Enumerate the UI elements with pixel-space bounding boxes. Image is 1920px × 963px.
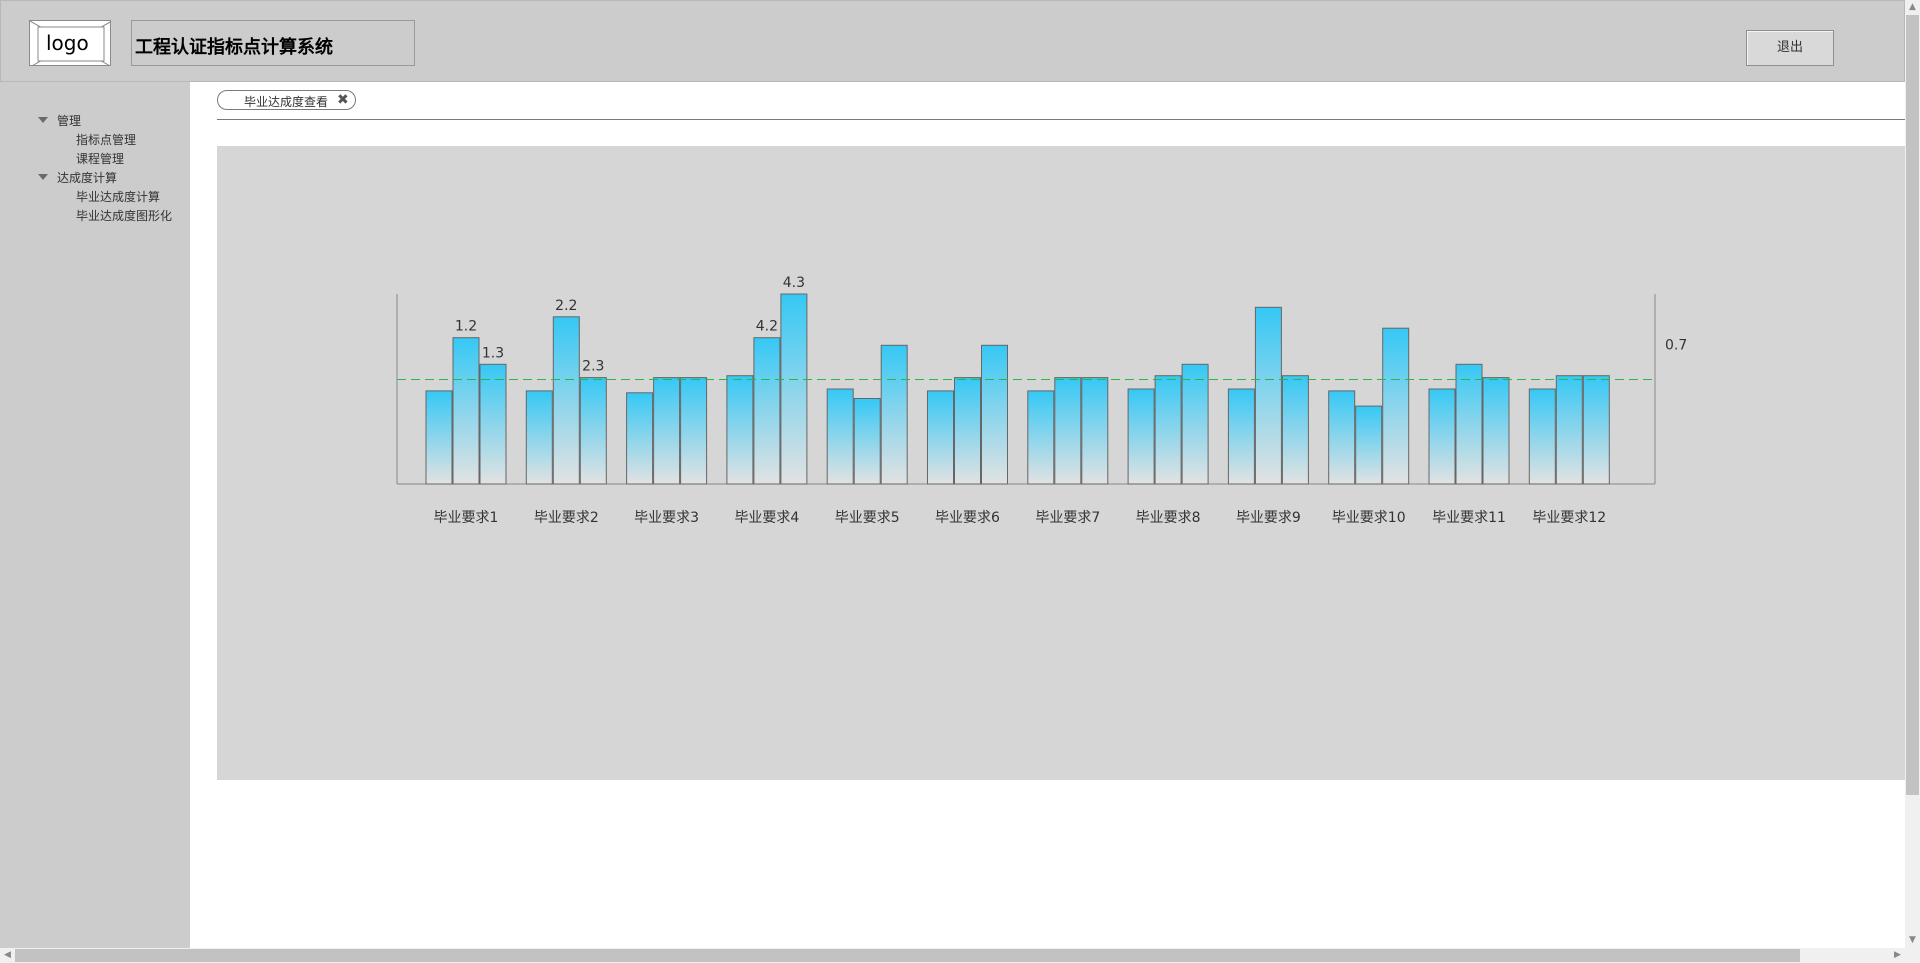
expand-arrow-icon[interactable] [38, 116, 48, 123]
app-header: logo 工程认证指标点计算系统 退出 [0, 0, 1905, 82]
bar-11-1 [1428, 388, 1456, 485]
bar-2-2 [552, 316, 580, 485]
bar-11-2 [1455, 363, 1483, 485]
horizontal-scrollbar[interactable]: ◀ ▶ [0, 948, 1905, 963]
logo: logo [29, 20, 111, 66]
scroll-up-icon[interactable]: ▲ [1905, 0, 1920, 15]
data-label-5: 4.2 [756, 319, 778, 335]
vertical-scrollbar[interactable]: ▲ ▼ [1905, 0, 1920, 948]
sidebar-item-achievement-calc[interactable]: 毕业达成度计算 [76, 188, 160, 205]
bar-12-2 [1555, 375, 1583, 485]
bar-6-3 [981, 344, 1008, 485]
x-tick-label-4: 毕业要求4 [734, 510, 799, 526]
bar-9-3 [1281, 375, 1309, 485]
close-icon[interactable]: ✖ [337, 92, 349, 108]
tab-label: 毕业达成度查看 [244, 95, 329, 109]
data-label-1: 1.2 [455, 319, 477, 335]
logout-button[interactable]: 退出 [1746, 30, 1834, 66]
tree-group-management[interactable]: 管理 [38, 112, 81, 129]
bar-3-1 [626, 392, 654, 485]
bar-2-3 [579, 377, 607, 485]
bar-5-1 [826, 388, 854, 485]
bar-3-3 [680, 377, 708, 485]
bar-8-3 [1181, 363, 1209, 485]
data-label-2: 1.3 [482, 345, 504, 361]
scroll-down-icon[interactable]: ▼ [1905, 933, 1920, 948]
bar-1-3 [479, 363, 507, 485]
sidebar-item-indicator-management[interactable]: 指标点管理 [76, 131, 136, 148]
bar-4-3 [780, 293, 808, 485]
tab-achievement-view[interactable]: 毕业达成度查看 ✖ [217, 90, 356, 110]
x-tick-label-2: 毕业要求2 [534, 510, 599, 526]
x-tick-label-7: 毕业要求7 [1035, 510, 1100, 526]
bar-10-3 [1382, 327, 1410, 485]
expand-arrow-icon[interactable] [38, 173, 48, 180]
x-tick-label-10: 毕业要求10 [1332, 510, 1406, 526]
tree-group-label: 管理 [57, 114, 82, 128]
tree-group-label: 达成度计算 [57, 171, 118, 185]
x-tick-label-1: 毕业要求1 [434, 510, 499, 526]
vertical-scroll-thumb[interactable] [1906, 15, 1919, 795]
bar-10-1 [1328, 390, 1356, 485]
scroll-left-icon[interactable]: ◀ [0, 948, 15, 963]
scrollbar-corner [1905, 948, 1920, 963]
x-tick-label-6: 毕业要求6 [935, 510, 1000, 526]
bar-7-3 [1081, 377, 1109, 485]
x-tick-label-11: 毕业要求11 [1432, 510, 1506, 526]
tree-group-achievement[interactable]: 达成度计算 [38, 169, 117, 186]
bar-12-3 [1582, 375, 1610, 485]
sidebar-item-achievement-chart[interactable]: 毕业达成度图形化 [76, 207, 172, 224]
x-tick-label-3: 毕业要求3 [634, 510, 699, 526]
bar-8-1 [1127, 388, 1155, 485]
bar-11-3 [1482, 377, 1510, 485]
bar-3-2 [653, 377, 681, 485]
bar-2-1 [525, 390, 553, 485]
x-tick-label-9: 毕业要求9 [1236, 510, 1301, 526]
logo-text: logo [44, 31, 91, 55]
threshold-label: 0.7 [1665, 338, 1687, 354]
bar-5-3 [880, 344, 908, 485]
x-tick-label-5: 毕业要求5 [835, 510, 900, 526]
bar-1-2 [452, 337, 480, 485]
bar-9-1 [1227, 388, 1255, 485]
horizontal-scroll-thumb[interactable] [15, 949, 1800, 962]
bar-4-1 [726, 375, 754, 485]
data-label-3: 2.2 [555, 298, 577, 314]
bar-9-2 [1254, 306, 1282, 485]
data-label-6: 4.3 [783, 275, 805, 291]
bar-12-1 [1528, 388, 1556, 485]
bar-chart: 毕业要求1 毕业要求2 毕业要求3 毕业要求4 毕业要求5 毕业要求6 毕业要求7 毕业要求8… [396, 275, 1687, 526]
chart-panel: 毕业要求1 毕业要求2 毕业要求3 毕业要求4 毕业要求5 毕业要求6 毕业要求7 毕业要求8… [217, 146, 1905, 780]
bar-7-1 [1027, 390, 1055, 485]
bar-6-1 [927, 390, 954, 485]
bar-5-2 [853, 398, 881, 485]
data-label-4: 2.3 [582, 359, 604, 375]
bar-4-2 [753, 337, 781, 485]
bar-8-2 [1154, 375, 1182, 485]
tab-divider [217, 119, 1905, 120]
bar-10-2 [1355, 405, 1383, 485]
x-tick-label-8: 毕业要求8 [1136, 510, 1201, 526]
bar-7-2 [1054, 377, 1082, 485]
x-tick-label-12: 毕业要求12 [1532, 510, 1606, 526]
app-title: 工程认证指标点计算系统 [135, 37, 333, 58]
sidebar-nav: 管理 指标点管理 课程管理 达成度计算 毕业达成度计算 毕业达成度图形化 [0, 82, 190, 948]
app-title-box: 工程认证指标点计算系统 [131, 20, 415, 66]
sidebar-item-course-management[interactable]: 课程管理 [76, 150, 124, 167]
bar-6-2 [954, 377, 981, 485]
bar-1-1 [425, 390, 453, 485]
scroll-right-icon[interactable]: ▶ [1890, 948, 1905, 963]
